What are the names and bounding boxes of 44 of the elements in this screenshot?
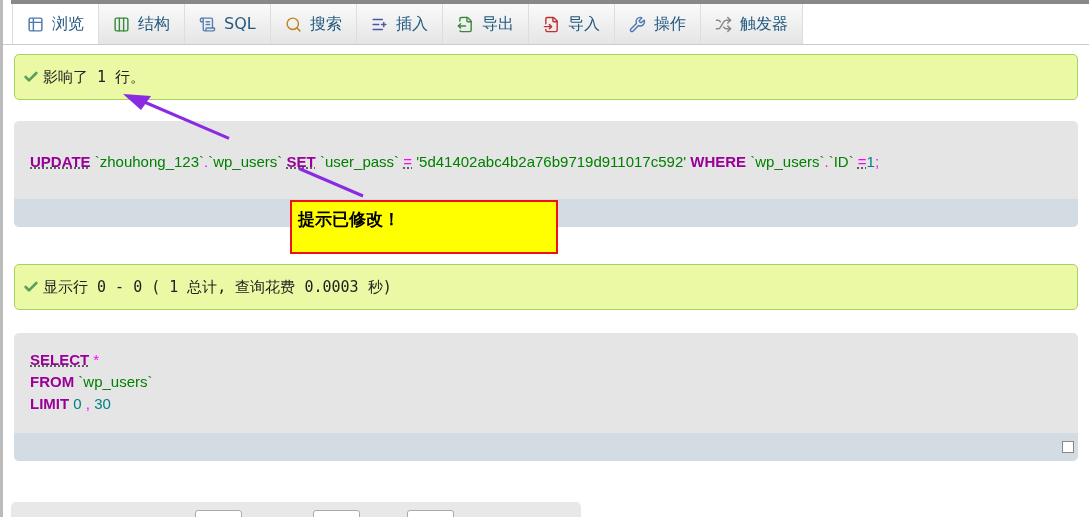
sql-identifier: `wp_users` [78,373,153,390]
sql-keyword-link[interactable]: UPDATE [30,153,91,170]
tab[interactable]: 浏览 [12,4,99,44]
sql-keyword: FROM [30,373,75,390]
message-text: 显示行 0 - 0 ( 1 总计, 查询花费 0.0003 秒) [43,276,392,298]
tab[interactable]: 插入 [356,4,443,44]
check-icon [23,279,39,295]
tab[interactable]: 触发器 [700,4,803,44]
sql-number: 0 [73,395,82,412]
sql-punctuation: , [85,395,90,412]
checkbox[interactable] [1062,441,1074,453]
sql-keyword-link[interactable]: SET [286,153,316,170]
columns-icon [113,15,130,33]
wrench-icon [628,15,646,33]
tab[interactable]: 搜索 [270,4,357,44]
export-icon [456,15,474,33]
sql-punctuation: * [93,351,100,368]
sql-punctuation: ; [874,153,880,170]
sql-number: 30 [94,395,111,412]
table-icon [27,15,44,33]
sql-identifier: `zhouhong_123` [94,153,204,170]
scroll-icon [199,15,216,33]
sql-identifier: `ID` [828,153,854,170]
sql-keyword: LIMIT [30,395,70,412]
sql-identifier: `wp_users` [750,153,825,170]
tab[interactable]: 导入 [528,4,615,44]
search-icon [284,15,302,33]
import-icon [542,15,560,33]
sql-punctuation: . [824,153,829,170]
tab[interactable]: 导出 [442,4,529,44]
sql-keyword-link[interactable]: SELECT [30,351,90,368]
sql-identifier: `wp_users` [208,153,283,170]
tab[interactable]: 结构 [99,4,185,44]
message-text: 影响了 1 行。 [43,66,146,88]
annotation-note: 提示已修改！ [290,200,558,254]
tab[interactable]: SQL [185,4,271,44]
shuffle-icon [714,15,732,33]
sql-keyword: WHERE [690,153,747,170]
check-icon [23,69,39,85]
sql-number: 1 [866,153,875,170]
sql-punctuation: . [204,153,209,170]
sql-string: '5d41402abc4b2a76b9719d911017c592' [416,153,687,170]
tab[interactable]: 操作 [614,4,701,44]
sql-identifier: `user_pass` [319,153,400,170]
